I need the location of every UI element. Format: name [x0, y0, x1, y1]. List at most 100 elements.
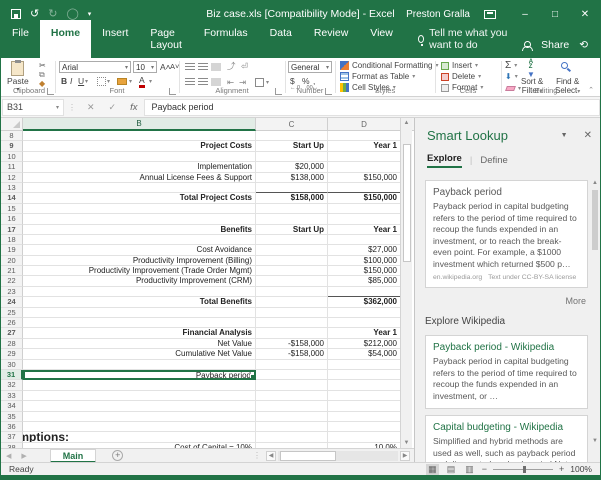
row-header-15[interactable]: 15: [1, 204, 23, 214]
cell-C14[interactable]: $158,000: [256, 193, 328, 203]
find-select-button[interactable]: [561, 62, 568, 69]
wikipedia-link-2[interactable]: Capital budgeting - Wikipedia: [433, 422, 580, 433]
wrap-text-icon[interactable]: ⏎: [241, 62, 248, 71]
row-header-25[interactable]: 25: [1, 308, 23, 318]
insert-function-icon[interactable]: fx: [130, 102, 137, 113]
row-header-35[interactable]: 35: [1, 412, 23, 422]
cell-C18[interactable]: [256, 235, 328, 245]
underline-dropdown-icon[interactable]: ▾: [85, 79, 88, 85]
ribbon-display-options-icon[interactable]: [484, 10, 496, 19]
user-name[interactable]: Preston Gralla: [406, 9, 470, 20]
cell-B34[interactable]: [23, 401, 256, 411]
cell-C13[interactable]: [256, 183, 328, 193]
tab-file[interactable]: File: [1, 20, 40, 58]
zoom-slider-thumb[interactable]: [523, 466, 526, 473]
cell-C32[interactable]: [256, 380, 328, 390]
cell-B11[interactable]: Implementation: [23, 162, 256, 172]
cell-D18[interactable]: [328, 235, 401, 245]
cell-B19[interactable]: Cost Avoidance: [23, 245, 256, 255]
align-top-icon[interactable]: [185, 63, 195, 71]
row-header-34[interactable]: 34: [1, 401, 23, 411]
pane-options-icon[interactable]: ▼: [561, 132, 568, 139]
cell-B23[interactable]: [23, 287, 256, 297]
cell-C26[interactable]: [256, 318, 328, 328]
cell-C23[interactable]: [256, 287, 328, 297]
row-header-36[interactable]: 36: [1, 422, 23, 432]
tab-formulas[interactable]: Formulas: [193, 20, 259, 58]
cut-icon[interactable]: ✂: [39, 62, 46, 70]
alignment-dialog-launcher[interactable]: [275, 88, 282, 95]
row-header-21[interactable]: 21: [1, 266, 23, 276]
cell-D13[interactable]: [328, 183, 401, 193]
sheet-nav-left-icon[interactable]: ◀: [6, 452, 11, 460]
cell-C31[interactable]: [256, 370, 328, 380]
row-header-17[interactable]: 17: [1, 225, 23, 235]
cell-D34[interactable]: [328, 401, 401, 411]
vertical-scroll-thumb[interactable]: [403, 144, 411, 262]
row-header-28[interactable]: 28: [1, 339, 23, 349]
pane-close-icon[interactable]: ✕: [584, 130, 592, 141]
font-color-dropdown-icon[interactable]: ▾: [149, 79, 152, 85]
cell-C34[interactable]: [256, 401, 328, 411]
cell-C11[interactable]: $20,000: [256, 162, 328, 172]
cell-B30[interactable]: [23, 360, 256, 370]
cell-D22[interactable]: $85,000: [328, 276, 401, 286]
wikipedia-link-1[interactable]: Payback period - Wikipedia: [433, 342, 580, 353]
font-name-combo[interactable]: Arial▾: [59, 61, 131, 73]
scroll-down-icon[interactable]: ▼: [401, 440, 412, 446]
cell-C8[interactable]: [256, 131, 328, 141]
cell-D19[interactable]: $27,000: [328, 245, 401, 255]
cell-D31[interactable]: [328, 370, 401, 380]
insert-cells-button[interactable]: Insert▾: [441, 61, 478, 70]
select-all-corner[interactable]: [1, 118, 23, 130]
cell-C33[interactable]: [256, 391, 328, 401]
pane-scroll-thumb[interactable]: [592, 190, 598, 250]
row-header-8[interactable]: 8: [1, 131, 23, 141]
cell-B15[interactable]: [23, 204, 256, 214]
maximize-button[interactable]: □: [540, 0, 570, 28]
definition-source[interactable]: en.wikipedia.org: [433, 274, 482, 281]
row-header-30[interactable]: 30: [1, 360, 23, 370]
cell-B27[interactable]: Financial Analysis: [23, 328, 256, 338]
cell-D37[interactable]: [328, 432, 401, 442]
align-center-icon[interactable]: [198, 78, 208, 86]
row-header-22[interactable]: 22: [1, 276, 23, 286]
cell-B13[interactable]: [23, 183, 256, 193]
cell-B10[interactable]: [23, 152, 256, 162]
cell-D32[interactable]: [328, 380, 401, 390]
cell-B8[interactable]: [23, 131, 256, 141]
cell-D25[interactable]: [328, 308, 401, 318]
cell-D27[interactable]: Year 1: [328, 328, 401, 338]
cell-C10[interactable]: [256, 152, 328, 162]
cell-B33[interactable]: [23, 391, 256, 401]
cell-C25[interactable]: [256, 308, 328, 318]
page-layout-view-icon[interactable]: ▤: [445, 464, 458, 475]
cell-D29[interactable]: $54,000: [328, 349, 401, 359]
cell-C15[interactable]: [256, 204, 328, 214]
confirm-entry-icon[interactable]: ✓: [109, 102, 117, 113]
sheet-nav-right-icon[interactable]: ▶: [21, 452, 26, 460]
customize-qat-icon[interactable]: ▾: [88, 11, 92, 18]
row-header-16[interactable]: 16: [1, 214, 23, 224]
cell-B18[interactable]: [23, 235, 256, 245]
activity-history-icon[interactable]: ⟲: [579, 39, 588, 51]
underline-button[interactable]: U: [78, 77, 84, 86]
page-break-view-icon[interactable]: ▥: [463, 464, 476, 475]
wikipedia-card-1[interactable]: Payback period - Wikipedia Payback perio…: [425, 335, 588, 409]
fill-button[interactable]: ⬇▾: [505, 72, 518, 81]
cell-C16[interactable]: [256, 214, 328, 224]
align-middle-icon[interactable]: [198, 63, 208, 71]
cell-B21[interactable]: Productivity Improvement (Trade Order Mg…: [23, 266, 256, 276]
cell-B16[interactable]: [23, 214, 256, 224]
row-header-18[interactable]: 18: [1, 235, 23, 245]
pane-tab-explore[interactable]: Explore: [427, 153, 462, 168]
cell-D16[interactable]: [328, 214, 401, 224]
tab-data[interactable]: Data: [259, 20, 303, 58]
wikipedia-card-2[interactable]: Capital budgeting - Wikipedia Simplified…: [425, 415, 588, 462]
name-box[interactable]: B31▾: [2, 99, 64, 116]
row-header-24[interactable]: 24: [1, 297, 23, 307]
cell-B32[interactable]: [23, 380, 256, 390]
number-dialog-launcher[interactable]: [325, 88, 332, 95]
cell-D35[interactable]: [328, 412, 401, 422]
tab-review[interactable]: Review: [303, 20, 359, 58]
